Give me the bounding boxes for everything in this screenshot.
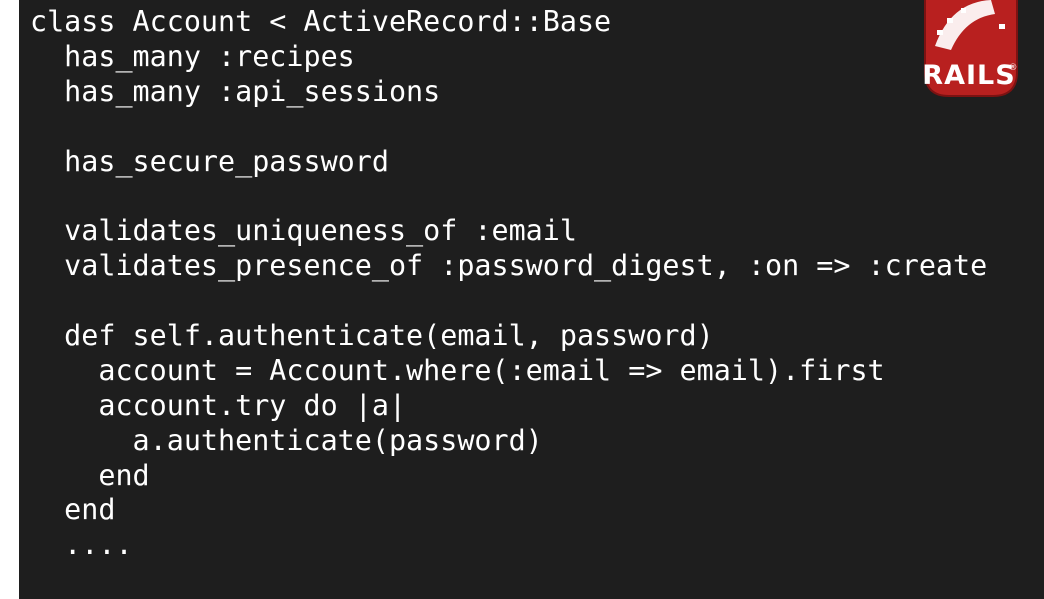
code-line: account.try do |a| <box>30 388 407 422</box>
code-line: has_many :recipes <box>30 39 355 73</box>
logo-rail-tie <box>961 8 966 13</box>
logo-text: RAILS <box>922 60 1015 91</box>
code-line: has_many :api_sessions <box>30 74 441 108</box>
code-panel: class Account < ActiveRecord::Base has_m… <box>19 0 1044 599</box>
code-line: a.authenticate(password) <box>30 423 543 457</box>
rails-logo-icon: RAILS ® <box>922 0 1018 97</box>
code-block: class Account < ActiveRecord::Base has_m… <box>30 5 987 563</box>
logo-rail-tie <box>999 24 1005 29</box>
code-line: has_secure_password <box>30 144 389 178</box>
logo-rail-tie <box>937 30 943 35</box>
code-line: account = Account.where(:email => email)… <box>30 353 885 387</box>
logo-rail-tie <box>947 18 953 23</box>
logo-registered-mark: ® <box>1009 63 1018 73</box>
code-line: validates_presence_of :password_digest, … <box>30 249 988 283</box>
code-line: class Account < ActiveRecord::Base <box>30 5 612 38</box>
code-line: .... <box>30 528 133 562</box>
code-line: end <box>30 458 150 492</box>
code-line: def self.authenticate(email, password) <box>30 319 714 353</box>
code-line: end <box>30 493 116 527</box>
code-line: validates_uniqueness_of :email <box>30 214 577 248</box>
